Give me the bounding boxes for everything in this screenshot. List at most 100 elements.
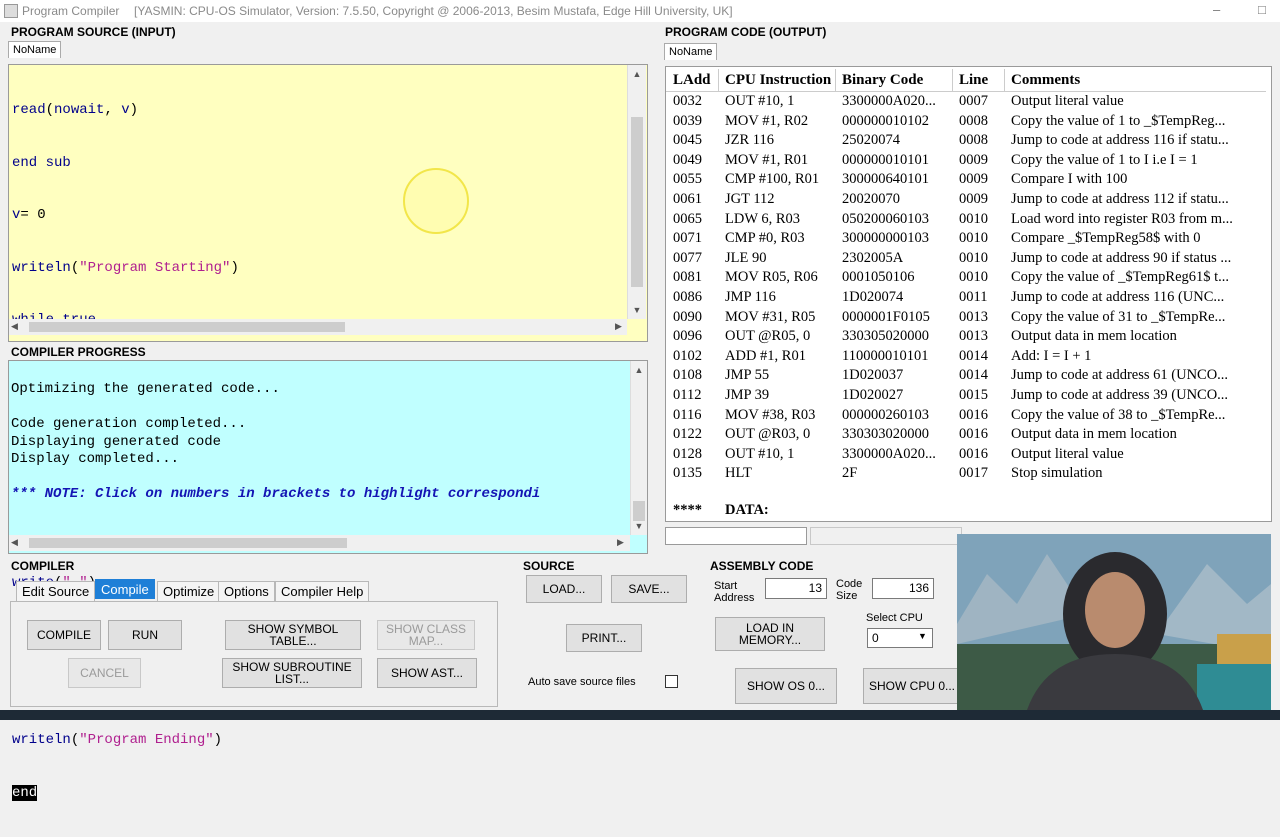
table-row[interactable]: 0039 MOV #1, R02 000000010102 0008 Copy the … <box>666 112 1271 132</box>
show-cpu-button[interactable]: SHOW CPU 0... <box>863 668 961 704</box>
tab-compiler-help[interactable]: Compiler Help <box>275 581 370 601</box>
row-comment: Output literal value <box>1011 93 1124 109</box>
save-button[interactable]: SAVE... <box>611 575 687 603</box>
table-row[interactable]: 0032 OUT #10, 1 3300000A020... 0007 Output l… <box>666 92 1271 112</box>
load-button[interactable]: LOAD... <box>526 575 602 603</box>
table-row[interactable]: 0102 ADD #1, R01 110000010101 0014 Add: I = … <box>666 347 1271 367</box>
table-row[interactable]: 0086 JMP 116 1D020074 0011 Jump to code at a… <box>666 288 1271 308</box>
row-binary: 330305020000 <box>842 328 929 345</box>
row-ladd: 0090 <box>673 308 702 325</box>
row-line: 0007 <box>959 93 988 109</box>
table-row[interactable]: 0071 CMP #0, R03 300000000103 0010 Compare _… <box>666 229 1271 249</box>
source-vscrollbar[interactable]: ▲ ▼ <box>627 65 646 319</box>
table-row[interactable]: 0112 JMP 39 1D020027 0015 Jump to code at ad… <box>666 386 1271 406</box>
row-instruction: OUT #10, 1 <box>725 93 795 109</box>
source-hscrollbar[interactable]: ◀ ▶ <box>9 319 627 335</box>
output-tab[interactable]: NoName <box>664 43 718 60</box>
start-address-field[interactable]: 13 <box>765 578 827 599</box>
row-comment: Jump to code at address 116 if statu... <box>1011 132 1229 149</box>
row-line: 0017 <box>959 465 988 482</box>
table-row[interactable]: 0116 MOV #38, R03 000000260103 0016 Copy the… <box>666 406 1271 426</box>
table-row[interactable]: 0122 OUT @R03, 0 330303020000 0016 Output da… <box>666 425 1271 445</box>
data-row-marker: **** <box>673 502 702 518</box>
table-row[interactable]: 0108 JMP 55 1D020037 0014 Jump to code at ad… <box>666 366 1271 386</box>
row-instruction: OUT #10, 1 <box>725 445 795 462</box>
progress-line: Displaying generated code <box>11 434 222 450</box>
column-header[interactable]: Binary Code <box>842 72 923 89</box>
print-button[interactable]: PRINT... <box>566 624 642 652</box>
select-cpu-label: Select CPU <box>866 612 923 624</box>
row-line: 0013 <box>959 308 988 325</box>
autosave-checkbox[interactable] <box>665 675 678 688</box>
load-in-memory-button[interactable]: LOAD IN MEMORY... <box>715 617 825 651</box>
table-row[interactable]: 0049 MOV #1, R01 000000010101 0009 Copy the … <box>666 151 1271 171</box>
table-row[interactable]: 0077 JLE 90 2302005A 0010 Jump to code at ad… <box>666 249 1271 269</box>
code-size-label: Code Size <box>836 578 863 602</box>
row-line: 0016 <box>959 445 988 462</box>
source-panel-heading: SOURCE <box>523 559 575 573</box>
column-header[interactable]: Comments <box>1011 72 1080 89</box>
progress-vscrollbar[interactable]: ▲ ▼ <box>630 361 647 535</box>
row-ladd: 0135 <box>673 465 702 482</box>
row-instruction: JZR 116 <box>725 132 775 149</box>
row-line: 0008 <box>959 132 988 149</box>
table-row[interactable]: 0065 LDW 6, R03 050200060103 0010 Load word … <box>666 210 1271 230</box>
source-tab[interactable]: NoName <box>8 41 62 58</box>
row-line: 0010 <box>959 230 988 247</box>
tab-compile[interactable]: Compile <box>95 579 155 599</box>
row-ladd: 0086 <box>673 289 702 305</box>
output-table[interactable]: LAdd CPU Instruction Binary Code Line Co… <box>665 66 1272 522</box>
row-binary: 20020070 <box>842 191 900 207</box>
table-row[interactable]: 0061 JGT 112 20020070 0009 Jump to code at a… <box>666 190 1271 210</box>
row-instruction: OUT @R05, 0 <box>725 328 811 345</box>
row-ladd: 0045 <box>673 132 702 149</box>
table-row[interactable]: 0045 JZR 116 25020074 0008 Jump to code at a… <box>666 131 1271 151</box>
row-comment: Copy the value of _$TempReg61$ t... <box>1011 269 1230 286</box>
table-row[interactable]: 0096 OUT @R05, 0 330305020000 0013 Output da… <box>666 327 1271 347</box>
assembly-heading: ASSEMBLY CODE <box>710 559 814 573</box>
row-comment: Compare _$TempReg58$ with 0 <box>1011 230 1201 247</box>
column-header[interactable]: Line <box>959 72 988 89</box>
source-editor[interactable]: read(nowait, v) end sub v= 0 writeln("Pr… <box>8 64 648 801</box>
code-size-field[interactable]: 136 <box>872 578 934 599</box>
run-button[interactable]: RUN <box>108 620 182 650</box>
row-comment: Jump to code at address 112 if statu... <box>1011 191 1229 207</box>
row-line: 0014 <box>959 367 988 384</box>
table-row[interactable]: 0090 MOV #31, R05 0000001F0105 0013 Copy the… <box>666 308 1271 328</box>
row-binary: 3300000A020... <box>842 445 936 462</box>
row-line: 0014 <box>959 347 988 364</box>
row-instruction: MOV #1, R02 <box>725 112 809 129</box>
show-os-button[interactable]: SHOW OS 0... <box>735 668 837 704</box>
table-row[interactable]: 0081 MOV R05, R06 0001050106 0010 Copy the v… <box>666 268 1271 288</box>
tab-options[interactable]: Options <box>218 581 275 601</box>
select-cpu-dropdown[interactable]: 0 ▼ <box>867 628 933 648</box>
title-bar: Program Compiler [YASMIN: CPU-OS Simulat… <box>0 0 1280 22</box>
row-instruction: JMP 116 <box>725 289 776 305</box>
progress-hscrollbar[interactable]: ◀ ▶ <box>9 535 630 551</box>
show-symbol-table-button[interactable]: SHOW SYMBOL TABLE... <box>225 620 361 650</box>
output-heading: PROGRAM CODE (OUTPUT) <box>665 25 827 39</box>
output-hscrollbar[interactable] <box>810 527 962 545</box>
row-binary: 25020074 <box>842 132 900 149</box>
column-header[interactable]: CPU Instruction <box>725 72 831 89</box>
row-binary: 2302005A <box>842 249 904 266</box>
column-header[interactable]: LAdd <box>673 72 711 89</box>
show-class-map-button[interactable]: SHOW CLASS MAP... <box>377 620 475 650</box>
maximize-icon[interactable]: □ <box>1258 2 1266 17</box>
table-row[interactable]: 0055 CMP #100, R01 300000640101 0009 Compare… <box>666 170 1271 190</box>
row-instruction: LDW 6, R03 <box>725 210 801 227</box>
show-subroutine-list-button[interactable]: SHOW SUBROUTINE LIST... <box>222 658 362 688</box>
row-instruction: OUT @R03, 0 <box>725 426 811 443</box>
compile-button[interactable]: COMPILE <box>27 620 101 650</box>
row-ladd: 0102 <box>673 347 702 364</box>
cancel-button[interactable]: CANCEL <box>68 658 141 688</box>
compiler-progress-log[interactable]: Optimizing the generated code... Code ge… <box>8 360 648 554</box>
tab-edit-source[interactable]: Edit Source <box>16 581 96 601</box>
mouse-cursor-highlight <box>403 168 469 234</box>
row-ladd: 0128 <box>673 445 702 462</box>
show-ast-button[interactable]: SHOW AST... <box>377 658 477 688</box>
table-row[interactable]: 0135 HLT 2F 0017 Stop simulation <box>666 464 1271 484</box>
table-row[interactable]: 0128 OUT #10, 1 3300000A020... 0016 Output l… <box>666 445 1271 465</box>
tab-optimize[interactable]: Optimize <box>157 581 221 601</box>
minimize-icon[interactable]: – <box>1213 2 1220 17</box>
